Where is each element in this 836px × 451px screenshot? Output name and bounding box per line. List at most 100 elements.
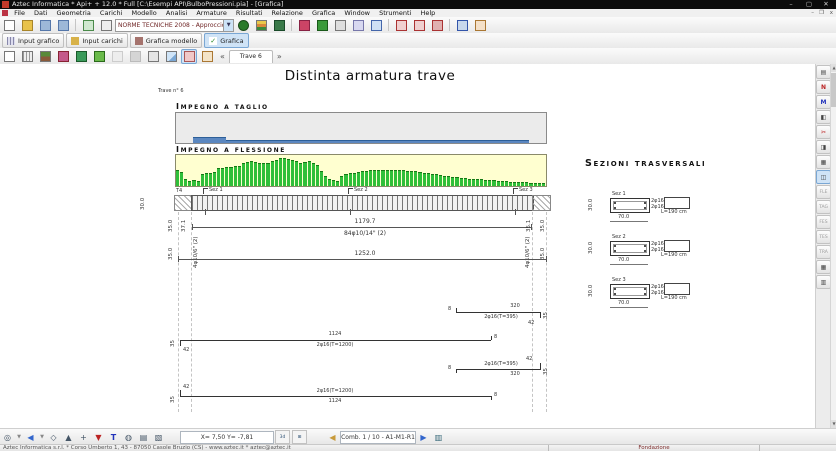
- fle-button[interactable]: FLE: [816, 185, 831, 199]
- tes-button[interactable]: TES: [816, 230, 831, 244]
- drawing-canvas[interactable]: Distinta armatura trave Trave n° 6 Impeg…: [0, 64, 815, 428]
- diagram-V-button[interactable]: ◧: [816, 110, 831, 124]
- code-table-icon[interactable]: [98, 18, 114, 33]
- scroll-down-arrow[interactable]: ▼: [831, 420, 836, 428]
- save-all-icon[interactable]: [55, 18, 71, 33]
- prev-comb-arrow-icon[interactable]: ◀: [326, 431, 339, 443]
- model-options-icon[interactable]: [271, 18, 287, 33]
- title-bar: Aztec Informatica * Api+ + 12.0 * Full […: [0, 0, 836, 9]
- zoom-dropdown-icon[interactable]: ▼: [16, 431, 22, 443]
- next-trave-button[interactable]: »: [277, 52, 282, 61]
- grid-edit-icon[interactable]: [350, 18, 366, 33]
- menu-window[interactable]: Window: [344, 9, 370, 17]
- zoom-tool-icon[interactable]: ◎: [1, 431, 14, 443]
- export-dxf-icon[interactable]: ▥: [432, 431, 445, 443]
- scroll-up-arrow[interactable]: ▲: [831, 64, 836, 72]
- dimensions-icon[interactable]: [181, 49, 197, 64]
- rebar-dot: [644, 207, 646, 209]
- materials-icon[interactable]: [235, 18, 251, 33]
- rebar-comb-icon[interactable]: ▼: [92, 431, 105, 443]
- mdi-minimize-button[interactable]: –: [811, 9, 814, 17]
- render-icon[interactable]: [73, 49, 89, 64]
- scrollbar-thumb[interactable]: [831, 73, 836, 107]
- fit-window-icon[interactable]: ▤: [816, 65, 831, 79]
- menu-grafica[interactable]: Grafica: [312, 9, 335, 17]
- rebar4-length: 1124: [300, 398, 370, 404]
- menu-risultati[interactable]: Risultati: [236, 9, 263, 17]
- units-icon[interactable]: [80, 18, 96, 33]
- fill-disabled-icon: [127, 49, 143, 64]
- pan-tool-icon[interactable]: ◇: [47, 431, 60, 443]
- world-icon[interactable]: ◍: [122, 431, 135, 443]
- panels-view-button[interactable]: ◫: [816, 170, 831, 184]
- page-setup-icon[interactable]: ▧: [152, 431, 165, 443]
- diagram-M-button[interactable]: M: [816, 95, 831, 109]
- menu-relazione[interactable]: Relazione: [272, 9, 303, 17]
- chevron-down-icon[interactable]: ▼: [223, 20, 233, 31]
- close-button[interactable]: ✕: [819, 0, 833, 9]
- previous-view-icon[interactable]: ◀: [24, 431, 37, 443]
- text-tool-icon[interactable]: T: [107, 431, 120, 443]
- axes-icon[interactable]: [145, 49, 161, 64]
- scissors-icon[interactable]: ✂: [816, 125, 831, 139]
- page-icon[interactable]: ▤: [137, 431, 150, 443]
- tools-icon[interactable]: ◨: [816, 140, 831, 154]
- module-chip-icon[interactable]: [314, 18, 330, 33]
- maximize-button[interactable]: ▢: [802, 0, 816, 9]
- tab-grafica-modello[interactable]: Grafica modello: [130, 33, 202, 48]
- sheet-view-button[interactable]: ▥: [816, 275, 831, 289]
- new-file-icon[interactable]: [1, 18, 17, 33]
- layers-icon[interactable]: [37, 49, 53, 64]
- menu-analisi[interactable]: Analisi: [166, 9, 187, 17]
- move-tool-icon[interactable]: +: [77, 431, 90, 443]
- menu-help[interactable]: Help: [420, 9, 435, 17]
- mesh-icon[interactable]: ▦: [816, 155, 831, 169]
- menu-file[interactable]: File: [14, 9, 25, 17]
- vertical-scrollbar[interactable]: ▲ ▼: [830, 64, 836, 428]
- snap-toggle-button[interactable]: 3d: [275, 430, 290, 444]
- mdi-close-button[interactable]: x: [830, 9, 833, 17]
- tag-button[interactable]: TAG: [816, 200, 831, 214]
- view-dropdown-icon[interactable]: ▼: [39, 431, 45, 443]
- menu-dati[interactable]: Dati: [34, 9, 47, 17]
- diagram-N-button[interactable]: N: [816, 80, 831, 94]
- chart-report-2-icon[interactable]: [411, 18, 427, 33]
- tab-grafica[interactable]: ✓ Grafica: [204, 33, 248, 48]
- menu-strumenti[interactable]: Strumenti: [379, 9, 411, 17]
- select-tool-icon[interactable]: ▲: [62, 431, 75, 443]
- mdi-restore-button[interactable]: ❐: [819, 9, 824, 17]
- dim-tick: [178, 256, 179, 262]
- tab-input-carichi[interactable]: Input carichi: [66, 33, 127, 48]
- prev-trave-button[interactable]: «: [220, 52, 225, 61]
- analysis-gears-icon[interactable]: [296, 18, 312, 33]
- menu-carichi[interactable]: Carichi: [100, 9, 123, 17]
- notify-icon[interactable]: [332, 18, 348, 33]
- minimize-button[interactable]: –: [784, 0, 798, 9]
- soil-layers-icon[interactable]: [253, 18, 269, 33]
- tab-input-grafico[interactable]: Input grafico: [2, 33, 64, 48]
- print-icon[interactable]: [454, 18, 470, 33]
- menu-modello[interactable]: Modello: [131, 9, 156, 17]
- rebar-tool-icon[interactable]: [199, 49, 215, 64]
- sez2-cut-mark: [348, 188, 353, 194]
- menu-armature[interactable]: Armature: [196, 9, 227, 17]
- palette-icon[interactable]: [91, 49, 107, 64]
- open-file-icon[interactable]: [19, 18, 35, 33]
- selection-rect-icon[interactable]: [1, 49, 17, 64]
- refresh-icon[interactable]: [368, 18, 384, 33]
- save-icon[interactable]: [37, 18, 53, 33]
- norme-combobox[interactable]: NORME TECNICHE 2008 - Approccio 1 ▼: [115, 19, 234, 32]
- chart-report-1-icon[interactable]: [393, 18, 409, 33]
- trave-tab[interactable]: Trave 6: [229, 50, 273, 63]
- fill-style-icon[interactable]: [55, 49, 71, 64]
- menu-geometria[interactable]: Geometria: [56, 9, 90, 17]
- next-comb-arrow-icon[interactable]: ▶: [417, 431, 430, 443]
- chart-report-3-icon[interactable]: [429, 18, 445, 33]
- grid-toggle-icon[interactable]: [19, 49, 35, 64]
- tra-button[interactable]: TRA: [816, 245, 831, 259]
- table-view-button[interactable]: ▦: [816, 260, 831, 274]
- fes-button[interactable]: FES: [816, 215, 831, 229]
- page-edit-icon[interactable]: [472, 18, 488, 33]
- ortho-toggle-button[interactable]: ⊞: [292, 430, 307, 444]
- curve-icon[interactable]: [163, 49, 179, 64]
